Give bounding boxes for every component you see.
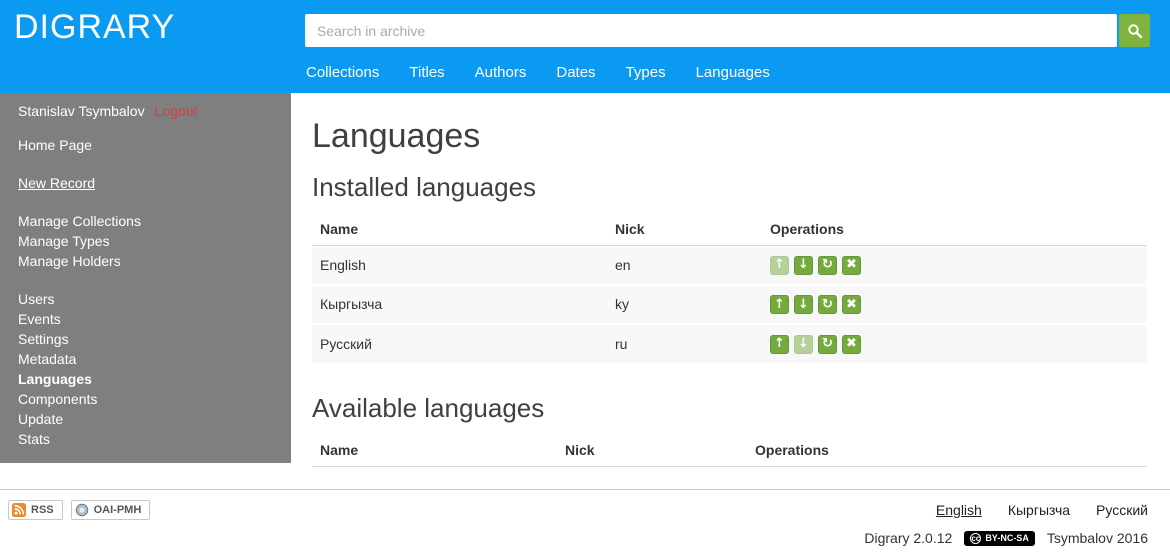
- rss-badge-label: RSS: [31, 504, 54, 516]
- sidebar-item-home-page[interactable]: Home Page: [18, 135, 273, 155]
- top-header: DIGRARY Collections Titles Authors Dates Typ…: [0, 0, 1170, 93]
- footer-language-link[interactable]: Кыргызча: [1008, 502, 1070, 518]
- reload-icon[interactable]: ↻: [818, 295, 837, 314]
- cc-license-badge[interactable]: cc BY-NC-SA: [964, 530, 1035, 546]
- page-footer: RSS OAI-PMH English Кыргызча Русский Digra…: [0, 489, 1170, 546]
- column-header-name: Name: [312, 433, 557, 467]
- footer-language-switcher: English Кыргызча Русский: [936, 502, 1148, 518]
- sidebar-item-update[interactable]: Update: [18, 409, 273, 429]
- installed-languages-heading: Installed languages: [312, 172, 537, 202]
- language-operations: ↑ ↓ ↻ ✖: [762, 324, 1147, 364]
- rss-badge[interactable]: RSS: [8, 500, 63, 520]
- language-nick: ky: [615, 296, 629, 313]
- sidebar-item-manage-holders[interactable]: Manage Holders: [18, 251, 273, 271]
- move-up-icon[interactable]: ↑: [770, 295, 789, 314]
- reload-icon[interactable]: ↻: [818, 255, 837, 275]
- sidebar-group: New Record: [18, 173, 273, 193]
- cc-license-label: BY-NC-SA: [985, 533, 1029, 543]
- language-operations: ↑ ↓ ↻ ✖: [762, 285, 1147, 325]
- available-languages-table: Name Nick Operations: [312, 433, 1147, 467]
- sidebar-item-manage-collections[interactable]: Manage Collections: [18, 211, 273, 231]
- copyright-text: Tsymbalov 2016: [1046, 530, 1148, 546]
- footer-language-link[interactable]: English: [936, 502, 982, 518]
- column-header-operations: Operations: [762, 213, 1147, 246]
- main-content: Languages Installed languages Name Nick Op…: [291, 93, 1170, 467]
- logout-link[interactable]: Logout: [155, 103, 198, 119]
- sidebar-item-stats[interactable]: Stats: [18, 429, 273, 449]
- cc-icon: cc: [970, 532, 982, 544]
- sidebar-item-components[interactable]: Components: [18, 389, 273, 409]
- app-version: Digrary 2.0.12: [864, 530, 953, 546]
- column-header-name: Name: [312, 213, 607, 246]
- language-row: Кыргызча ky ↑ ↓ ↻ ✖: [312, 284, 1147, 325]
- reload-icon[interactable]: ↻: [818, 334, 837, 354]
- sidebar-item-manage-types[interactable]: Manage Types: [18, 231, 273, 251]
- sidebar-group: Home Page: [18, 135, 273, 155]
- language-row: Русский ru ↑ ↓ ↻ ✖: [312, 324, 1147, 364]
- nav-item-dates[interactable]: Dates: [556, 64, 595, 81]
- delete-icon[interactable]: ✖: [842, 255, 861, 275]
- delete-icon[interactable]: ✖: [842, 295, 861, 314]
- search-bar: [305, 14, 1150, 47]
- sidebar-item-settings[interactable]: Settings: [18, 329, 273, 349]
- user-row: Stanislav Tsymbalov Logout: [18, 103, 273, 119]
- user-name: Stanislav Tsymbalov: [18, 103, 145, 119]
- search-button[interactable]: [1119, 14, 1150, 47]
- oai-pmh-badge[interactable]: OAI-PMH: [70, 500, 151, 520]
- language-name: Русский: [320, 335, 372, 352]
- language-nick: en: [615, 256, 631, 273]
- move-up-icon[interactable]: ↑: [770, 334, 789, 354]
- sidebar-group: Manage Collections Manage Types Manage Hol…: [18, 211, 273, 271]
- nav-item-collections[interactable]: Collections: [306, 64, 379, 81]
- footer-language-link[interactable]: Русский: [1096, 502, 1148, 518]
- rss-icon: [12, 503, 26, 517]
- search-icon: [1127, 23, 1142, 38]
- sidebar-item-events[interactable]: Events: [18, 309, 273, 329]
- sidebar-item-users[interactable]: Users: [18, 289, 273, 309]
- feed-badges: RSS OAI-PMH: [8, 500, 151, 520]
- available-languages-heading: Available languages: [312, 392, 545, 423]
- sidebar-item-metadata[interactable]: Metadata: [18, 349, 273, 369]
- move-down-icon[interactable]: ↓: [794, 334, 813, 354]
- column-header-nick: Nick: [607, 213, 762, 246]
- sidebar-menu: Home Page New Record Manage Collections Man…: [18, 135, 273, 449]
- sidebar-item-languages[interactable]: Languages: [18, 369, 273, 389]
- sidebar-group: Users Events Settings Metadata Languages Comp…: [18, 289, 273, 449]
- move-up-icon[interactable]: ↑: [770, 255, 789, 275]
- nav-item-types[interactable]: Types: [626, 64, 666, 81]
- column-header-nick: Nick: [557, 433, 747, 467]
- language-name: Кыргызча: [320, 296, 383, 313]
- oai-pmh-badge-label: OAI-PMH: [93, 504, 142, 516]
- nav-item-titles[interactable]: Titles: [409, 64, 444, 81]
- oai-pmh-icon: [75, 503, 88, 517]
- installed-languages-table: Name Nick Operations English en ↑ ↓ ↻ ✖ Кыргызча…: [312, 213, 1147, 365]
- nav-item-languages[interactable]: Languages: [696, 64, 770, 81]
- language-row: English en ↑ ↓ ↻ ✖: [312, 245, 1147, 285]
- main-nav: Collections Titles Authors Dates Types Langua…: [306, 64, 770, 81]
- search-input[interactable]: [305, 14, 1117, 47]
- language-nick: ru: [615, 335, 628, 352]
- language-name: English: [320, 256, 366, 273]
- page-title: Languages: [312, 117, 481, 155]
- sidebar-item-new-record[interactable]: New Record: [18, 173, 273, 193]
- move-down-icon[interactable]: ↓: [794, 295, 813, 314]
- delete-icon[interactable]: ✖: [842, 334, 861, 354]
- language-operations: ↑ ↓ ↻ ✖: [762, 246, 1147, 285]
- column-header-operations: Operations: [747, 433, 1147, 467]
- nav-item-authors[interactable]: Authors: [475, 64, 527, 81]
- app-logo[interactable]: DIGRARY: [14, 8, 175, 47]
- sidebar: Stanislav Tsymbalov Logout Home Page New R…: [0, 93, 291, 463]
- move-down-icon[interactable]: ↓: [794, 255, 813, 275]
